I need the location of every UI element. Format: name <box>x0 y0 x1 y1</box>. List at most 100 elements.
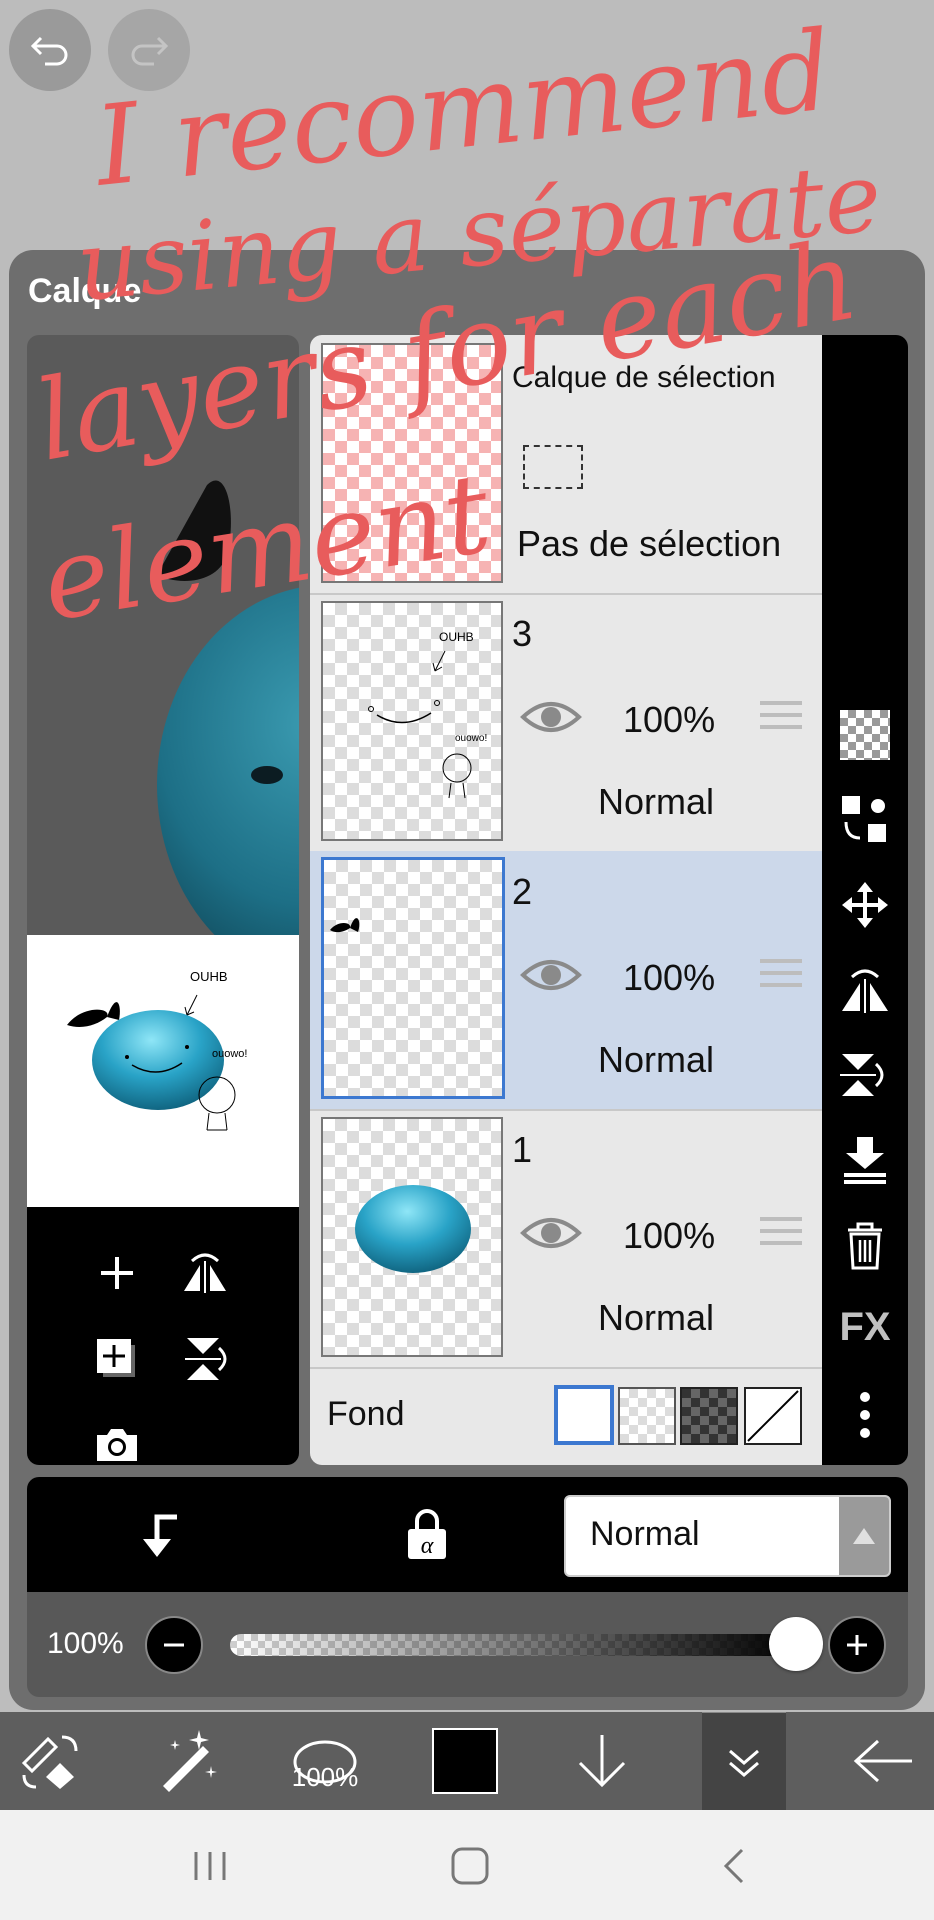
flip-vertical-icon <box>840 1054 884 1096</box>
opacity-slider[interactable] <box>230 1634 796 1656</box>
eye-icon <box>520 960 582 990</box>
brush-opacity-label: 100% <box>291 1761 359 1792</box>
opacity-increase-button[interactable] <box>828 1616 886 1674</box>
swap-icon <box>842 796 886 842</box>
layer-2-name: 2 <box>512 871 533 912</box>
layer-row-1[interactable]: 1 100% Normal <box>310 1109 822 1369</box>
plus-icon <box>101 1257 133 1289</box>
checker-icon <box>840 710 890 760</box>
main-toolbar: 100% <box>0 1712 934 1811</box>
layer-1-opacity: 100% <box>623 1215 716 1256</box>
eye-icon <box>520 1218 582 1248</box>
system-back-button[interactable] <box>718 1846 748 1891</box>
canvas-preview[interactable]: OUHB ouowo! <box>27 935 299 1207</box>
move-layer-button[interactable] <box>835 875 895 935</box>
merge-down-button[interactable] <box>835 1130 895 1190</box>
clipping-button[interactable] <box>135 1511 185 1566</box>
background-label: Fond <box>327 1395 405 1433</box>
layer-1-drag-handle[interactable] <box>760 1217 802 1253</box>
layer-row-2[interactable]: 2 100% Normal <box>310 851 822 1111</box>
collapse-panel-button[interactable] <box>702 1712 786 1811</box>
arrow-down-icon <box>578 1735 626 1788</box>
canvas-preview-zoomed[interactable] <box>27 335 299 935</box>
add-layer-copy-button[interactable] <box>87 1329 147 1389</box>
brush-eraser-icon <box>21 1735 78 1789</box>
layer-actions-sidebar: FX <box>822 335 908 1465</box>
flip-vertical-button[interactable] <box>175 1329 235 1389</box>
back-button[interactable] <box>834 1712 934 1810</box>
layer-row-3[interactable]: OUHB ouowo! 3 100% Normal <box>310 593 822 853</box>
flip-vertical-icon <box>185 1338 227 1380</box>
layer-1-thumbnail <box>321 1117 503 1357</box>
layer-3-visibility-toggle[interactable] <box>520 697 582 742</box>
alpha-lock-icon: α <box>408 1509 446 1559</box>
layer-3-name: 3 <box>512 613 533 654</box>
clipping-arrow-icon <box>143 1514 177 1557</box>
layer-1-art <box>355 1185 471 1273</box>
selection-layer-name: Calque de sélection <box>512 361 776 394</box>
more-options-button[interactable] <box>835 1385 895 1445</box>
flip-layer-horizontal-button[interactable] <box>835 960 895 1020</box>
selection-marquee-icon <box>523 445 583 489</box>
background-transparent-option[interactable] <box>618 1387 676 1445</box>
redo-button[interactable] <box>108 9 190 91</box>
home-icon <box>451 1847 489 1885</box>
opacity-decrease-button[interactable] <box>145 1616 203 1674</box>
undo-icon <box>30 36 68 66</box>
selection-status: Pas de sélection <box>517 523 782 564</box>
selection-layer-thumbnail <box>321 343 503 583</box>
layer-3-blend-mode: Normal <box>598 781 715 822</box>
background-dark-option[interactable] <box>680 1387 738 1445</box>
eye-icon <box>520 702 582 732</box>
merge-down-icon <box>844 1137 886 1184</box>
delete-layer-button[interactable] <box>835 1215 895 1275</box>
triangle-up-icon <box>853 1528 875 1544</box>
chevron-left-icon <box>723 1848 744 1884</box>
layer-down-button[interactable] <box>552 1712 652 1810</box>
preview-toolbox <box>27 1207 299 1465</box>
opacity-value: 100% <box>47 1627 124 1660</box>
recent-apps-icon <box>194 1852 226 1880</box>
layer-3-text-1: OUHB <box>439 630 474 644</box>
arrow-left-icon <box>853 1739 912 1783</box>
background-white-option[interactable] <box>554 1385 614 1445</box>
brush-eraser-switch-button[interactable] <box>0 1712 100 1810</box>
brush-size-button[interactable]: 100% <box>275 1712 375 1810</box>
camera-button[interactable] <box>87 1415 147 1475</box>
layer-2-visibility-toggle[interactable] <box>520 955 582 1000</box>
none-slash-icon <box>747 1390 799 1442</box>
layer-2-blend-mode: Normal <box>598 1039 715 1080</box>
flip-horizontal-icon <box>842 969 888 1013</box>
blend-mode-select[interactable]: Normal <box>564 1495 891 1577</box>
opacity-slider-thumb[interactable] <box>769 1617 823 1671</box>
swap-layers-button[interactable] <box>835 790 895 850</box>
add-layer-button[interactable] <box>87 1243 147 1303</box>
home-button[interactable] <box>450 1846 490 1891</box>
blob-zoom-art <box>157 480 299 935</box>
color-picker-button[interactable] <box>415 1712 515 1810</box>
trash-icon <box>848 1222 882 1270</box>
transparency-lock-button[interactable] <box>835 705 895 765</box>
layer-2-art <box>330 918 360 933</box>
layer-2-drag-handle[interactable] <box>760 959 802 995</box>
fx-button[interactable]: FX <box>835 1297 895 1357</box>
minus-icon <box>164 1643 184 1647</box>
flip-layer-vertical-button[interactable] <box>835 1045 895 1105</box>
system-navigation-bar <box>0 1810 934 1920</box>
blend-mode-value: Normal <box>590 1515 700 1553</box>
background-none-option[interactable] <box>744 1387 802 1445</box>
recent-apps-button[interactable] <box>190 1848 230 1889</box>
magic-pen-icon <box>163 1730 217 1792</box>
magic-pen-button[interactable] <box>138 1712 238 1810</box>
blend-mode-dropdown-arrow[interactable] <box>839 1497 889 1575</box>
undo-button[interactable] <box>9 9 91 91</box>
alpha-lock-button[interactable]: α <box>404 1509 450 1566</box>
layer-3-drag-handle[interactable] <box>760 701 802 737</box>
selection-layer-row[interactable]: Calque de sélection Pas de sélection <box>310 335 822 595</box>
move-icon <box>842 882 888 928</box>
layer-3-opacity: 100% <box>623 699 716 740</box>
layer-1-visibility-toggle[interactable] <box>520 1213 582 1258</box>
current-color-swatch <box>432 1728 498 1794</box>
flip-horizontal-button[interactable] <box>175 1243 235 1303</box>
layer-1-name: 1 <box>512 1129 533 1170</box>
